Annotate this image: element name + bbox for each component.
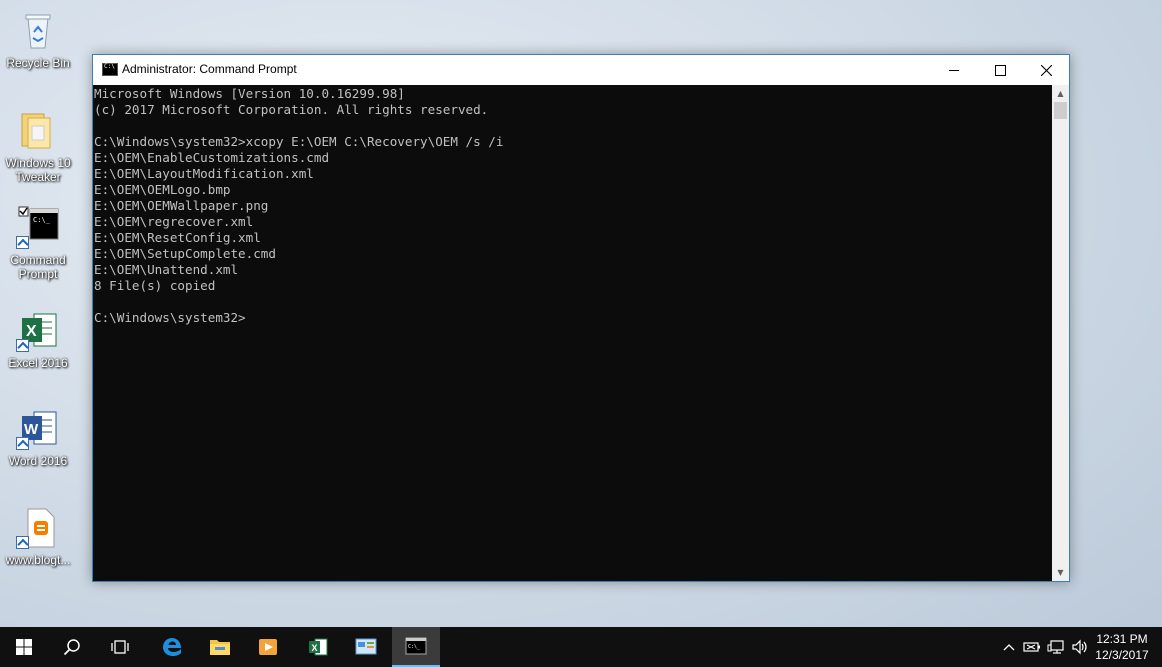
desktop-icon-label: Recycle Bin [6,56,70,70]
folder-icon [16,108,60,152]
clock-date: 12/3/2017 [1095,648,1149,662]
show-hidden-icons-button[interactable] [998,627,1020,667]
search-icon [63,639,80,656]
vertical-scrollbar[interactable]: ▲ ▼ [1052,85,1069,581]
console-line: (c) 2017 Microsoft Corporation. All righ… [94,102,489,117]
console-line: C:\Windows\system32> [94,310,246,325]
taskbar-edge[interactable] [148,627,196,667]
command-prompt-window[interactable]: Administrator: Command Prompt Microsoft … [92,54,1070,582]
console-line: E:\OEM\regrecover.xml [94,214,254,229]
taskbar: X C:\_ 12:31 PM 12/3/2017 [0,627,1162,667]
maximize-icon [994,64,1006,76]
desktop-icon-label: Windows 10 Tweaker [5,156,71,184]
excel-icon: X [309,638,328,656]
console-line: E:\OEM\OEMWallpaper.png [94,198,269,213]
taskbar-excel[interactable]: X [294,627,342,667]
maximize-button[interactable] [977,55,1023,85]
svg-text:X: X [312,643,318,653]
taskbar-media-app[interactable] [244,627,292,667]
desktop-icon-label: Command Prompt [10,253,66,281]
desktop-icon-label: Excel 2016 [8,356,68,370]
desktop-icon-windows-10-tweaker[interactable]: Windows 10 Tweaker [0,108,76,184]
console-line: E:\OEM\Unattend.xml [94,262,239,277]
desktop-icon-excel-2016[interactable]: X Excel 2016 [0,308,76,370]
desktop-icon-blog-shortcut[interactable]: www.blogt... [0,505,76,567]
desktop-icon-recycle-bin[interactable]: Recycle Bin [0,8,76,70]
svg-text:X: X [26,323,37,340]
task-view-button[interactable] [96,627,144,667]
command-prompt-icon: C:\_ [16,205,60,249]
console-line: E:\OEM\LayoutModification.xml [94,166,314,181]
taskbar-control-panel[interactable] [342,627,390,667]
task-view-icon [111,640,129,654]
minimize-icon [949,69,959,71]
media-player-icon [259,639,277,655]
recycle-bin-icon [16,8,60,52]
svg-text:C:\_: C:\_ [408,644,421,650]
taskbar-clock[interactable]: 12:31 PM 12/3/2017 [1092,631,1152,663]
window-title: Administrator: Command Prompt [122,62,297,76]
control-panel-icon [355,638,377,655]
scrollbar-thumb[interactable] [1054,102,1067,119]
console-line: E:\OEM\OEMLogo.bmp [94,182,231,197]
tray-network[interactable] [1044,627,1068,667]
chevron-up-icon [1003,644,1015,651]
shortcut-arrow-icon [16,339,29,352]
command-prompt-icon [102,63,118,76]
volume-icon [1072,639,1087,655]
scroll-up-arrow-icon[interactable]: ▲ [1052,85,1069,102]
command-prompt-icon: C:\_ [405,637,427,655]
console-line: E:\OEM\SetupComplete.cmd [94,246,276,261]
desktop-icon-word-2016[interactable]: W Word 2016 [0,406,76,468]
shortcut-arrow-icon [16,236,29,249]
start-button[interactable] [0,627,48,667]
taskbar-command-prompt[interactable]: C:\_ [392,627,440,667]
taskbar-file-explorer[interactable] [196,627,244,667]
console-line: E:\OEM\ResetConfig.xml [94,230,261,245]
desktop-icon-command-prompt[interactable]: C:\_ Command Prompt [0,205,76,281]
console-line: Microsoft Windows [Version 10.0.16299.98… [94,86,405,101]
edge-icon [163,638,181,656]
excel-icon: X [16,308,60,352]
search-button[interactable] [48,627,96,667]
close-icon [1040,64,1052,76]
blogger-file-icon [16,505,60,549]
windows-logo-icon [16,639,32,655]
minimize-button[interactable] [931,55,977,85]
battery-icon [1023,642,1040,652]
network-icon [1047,640,1064,654]
scroll-down-arrow-icon[interactable]: ▼ [1052,564,1069,581]
tray-volume[interactable] [1068,627,1092,667]
console-line: C:\Windows\system32>xcopy E:\OEM C:\Reco… [94,134,504,149]
desktop-icon-label: Word 2016 [8,454,68,468]
console-output[interactable]: Microsoft Windows [Version 10.0.16299.98… [93,85,1052,581]
tray-battery[interactable] [1020,627,1044,667]
desktop-icon-label: www.blogt... [5,553,71,567]
shortcut-arrow-icon [16,536,29,549]
console-line: 8 File(s) copied [94,278,216,293]
file-explorer-icon [210,640,230,655]
shortcut-arrow-icon [16,437,29,450]
svg-text:W: W [24,421,39,438]
console-line: E:\OEM\EnableCustomizations.cmd [94,150,330,165]
show-desktop-button[interactable] [1152,627,1162,667]
title-bar[interactable]: Administrator: Command Prompt [93,55,1069,85]
clock-time: 12:31 PM [1096,632,1148,646]
close-button[interactable] [1023,55,1069,85]
svg-text:C:\_: C:\_ [33,216,51,224]
word-icon: W [16,406,60,450]
